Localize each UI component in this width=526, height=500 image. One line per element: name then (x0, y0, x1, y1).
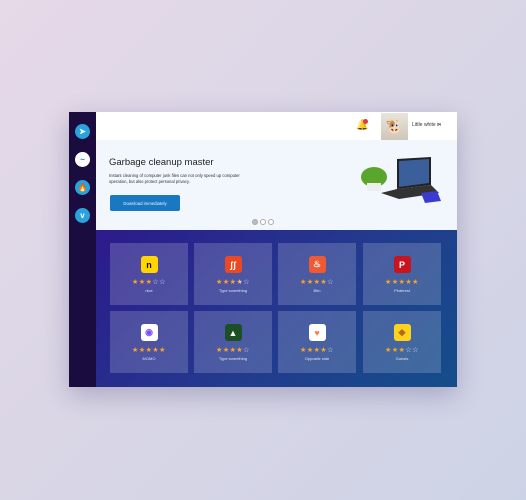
app-icon: ◉ (140, 324, 158, 341)
star-icon: ☆ (327, 279, 334, 286)
star-rating: ★★★★☆ (216, 346, 250, 355)
app-label: MOMO (142, 356, 156, 361)
carousel-dot[interactable] (260, 219, 266, 225)
app-window: ➤ ~ 🔥 v 🔔 🐮 Little white in ⌄ Garbage clean… (69, 112, 457, 387)
star-icon: ★ (132, 279, 139, 286)
star-rating: ★★★☆☆ (132, 278, 166, 287)
star-icon: ★ (222, 347, 230, 354)
header: 🔔 🐮 Little white in ⌄ (96, 112, 457, 140)
app-icon: ♨ (308, 256, 326, 273)
carousel-dot[interactable] (268, 219, 274, 225)
app-card[interactable]: ♥ ★★★★☆ Opposite side (278, 311, 356, 373)
app-label: Btin (313, 288, 321, 293)
app-card[interactable]: ◆ ★★★☆☆ Guests (363, 311, 441, 373)
star-icon: ★ (391, 279, 399, 286)
star-icon: ★ (216, 279, 223, 286)
star-icon: ★ (138, 279, 146, 286)
app-card[interactable]: P ★★★★★ Pinterest (363, 243, 441, 305)
star-rating: ★★★★★ (385, 278, 419, 287)
star-icon: ★ (300, 279, 307, 286)
app-grid: n ★★★☆☆ nice ʃʃ ★★★★☆ Type something ♨ ★★★★☆ Bti… (96, 230, 457, 387)
avatar[interactable]: 🐮 (381, 113, 408, 140)
star-icon: ★ (385, 279, 392, 286)
download-button[interactable]: Download immediately (110, 195, 180, 211)
tinder-icon[interactable]: 🔥 (75, 180, 90, 195)
star-icon: ★ (138, 347, 146, 354)
sidebar: ➤ ~ 🔥 v (69, 112, 96, 387)
star-icon: ☆ (412, 347, 419, 354)
star-icon: ★ (300, 347, 307, 354)
app-label: Opposite side (304, 356, 330, 361)
app-card[interactable]: ◉ ★★★★★ MOMO (110, 311, 188, 373)
messenger-icon[interactable]: ~ (75, 152, 90, 167)
banner-description: Instant cleaning of computer junk files … (109, 173, 240, 184)
app-card[interactable]: ♨ ★★★★☆ Btin (278, 243, 356, 305)
app-card[interactable]: ʃʃ ★★★★☆ Type something (194, 243, 272, 305)
carousel-dots (252, 219, 274, 225)
chevron-down-icon[interactable]: ⌄ (437, 120, 442, 127)
star-icon: ★ (306, 279, 314, 286)
app-card[interactable]: ▲ ★★★★☆ Type something (194, 311, 272, 373)
notification-badge (363, 119, 368, 124)
star-icon: ★ (216, 347, 223, 354)
star-icon: ★ (159, 347, 166, 354)
app-icon: n (140, 256, 158, 273)
star-rating: ★★★★☆ (216, 278, 250, 287)
star-rating: ★★★☆☆ (385, 346, 419, 355)
star-icon: ★ (132, 347, 139, 354)
app-label: Pinterest (394, 288, 410, 293)
app-card[interactable]: n ★★★☆☆ nice (110, 243, 188, 305)
star-icon: ☆ (243, 347, 250, 354)
carousel-dot[interactable] (252, 219, 258, 225)
vimeo-icon[interactable]: v (75, 208, 90, 223)
app-label: Type something (218, 288, 248, 293)
banner-title: Garbage cleanup master (109, 157, 214, 168)
star-rating: ★★★★☆ (300, 346, 334, 355)
app-icon: ♥ (308, 324, 326, 341)
star-icon: ★ (391, 347, 399, 354)
star-icon: ☆ (327, 347, 334, 354)
app-label: Type something (218, 356, 248, 361)
app-icon: ʃʃ (224, 256, 242, 273)
star-icon: ★ (222, 279, 230, 286)
star-rating: ★★★★★ (132, 346, 166, 355)
star-icon: ☆ (159, 279, 166, 286)
app-label: nice (145, 288, 153, 293)
laptop-illustration (361, 157, 441, 203)
star-icon: ☆ (243, 279, 250, 286)
star-icon: ★ (412, 279, 419, 286)
app-icon: ▲ (224, 324, 242, 341)
star-icon: ★ (385, 347, 392, 354)
app-label: Guests (395, 356, 409, 361)
banner-carousel: Garbage cleanup master Instant cleaning … (96, 140, 457, 230)
telegram-icon[interactable]: ➤ (75, 124, 90, 139)
app-icon: P (393, 256, 411, 273)
star-rating: ★★★★☆ (300, 278, 334, 287)
app-icon: ◆ (393, 324, 411, 341)
star-icon: ★ (306, 347, 314, 354)
